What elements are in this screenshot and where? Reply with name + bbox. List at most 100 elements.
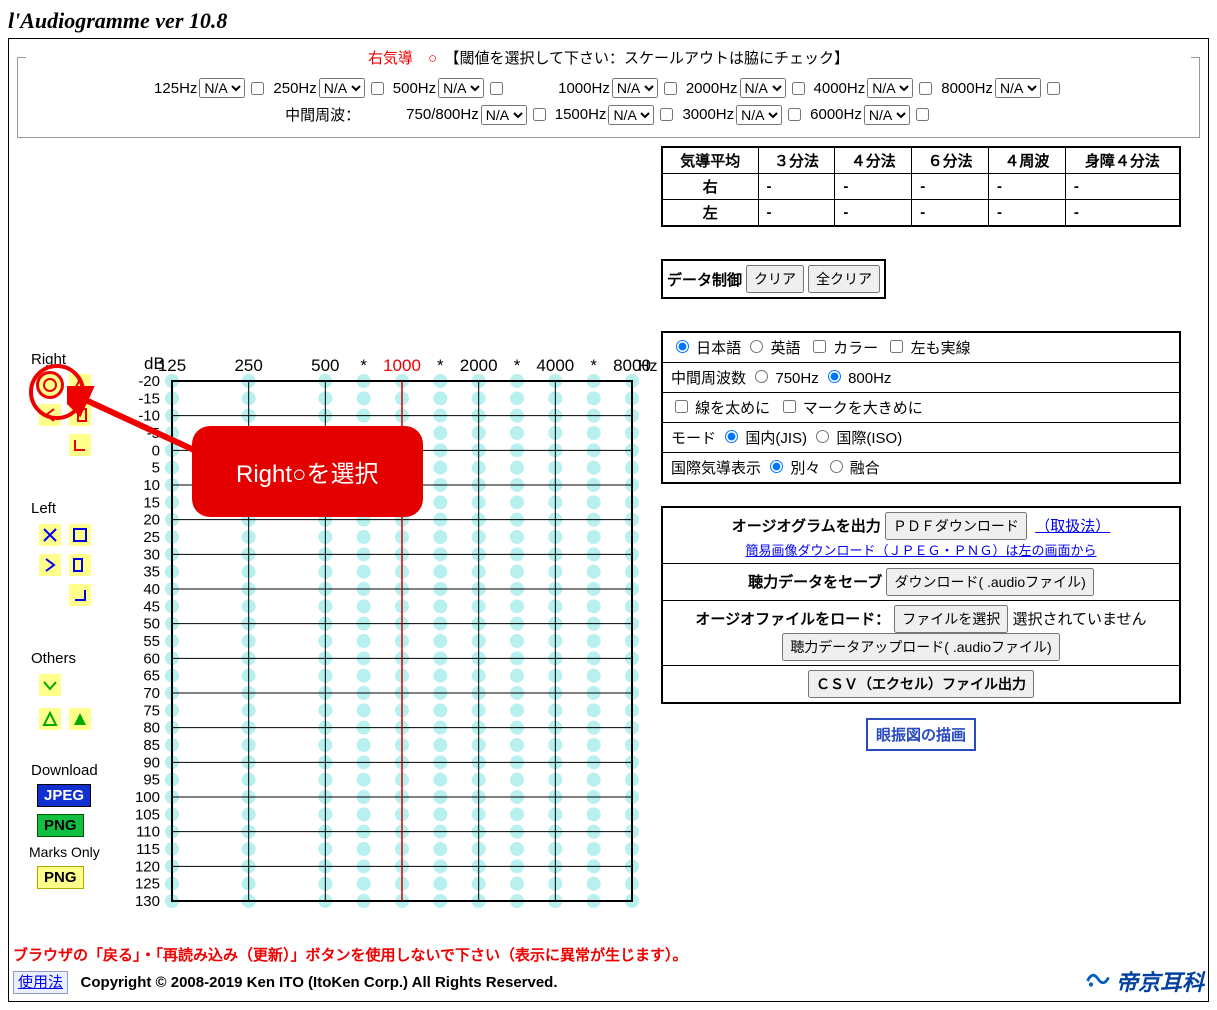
freq-scaleout-250Hz[interactable] [371, 82, 384, 95]
svg-text:120: 120 [135, 858, 160, 875]
left-bc-mark[interactable] [39, 554, 61, 576]
nystagmus-button[interactable]: 眼振図の描画 [866, 718, 976, 751]
lang-japanese-radio[interactable]: 日本語 [671, 340, 741, 357]
download-jpeg-button[interactable]: JPEG [37, 784, 91, 807]
freq-scaleout-125Hz[interactable] [251, 82, 264, 95]
avg-cell: - [835, 174, 912, 200]
midfreq-750-radio[interactable]: 750Hz [750, 370, 819, 387]
mode-iso-radio[interactable]: 国際(ISO) [811, 430, 902, 447]
download-marks-png-button[interactable]: PNG [37, 866, 84, 889]
svg-text:35: 35 [143, 564, 160, 581]
freq-scaleout-3000Hz[interactable] [788, 108, 801, 121]
avg-cell: - [758, 200, 835, 227]
intl-merge-radio[interactable]: 融合 [825, 460, 880, 477]
left-ac-mark[interactable] [39, 524, 61, 546]
avg-cell: - [1065, 174, 1180, 200]
intl-separate-radio[interactable]: 別々 [765, 460, 820, 477]
usage-link[interactable]: 使用法 [13, 971, 68, 994]
copyright-text: Copyright © 2008-2019 Ken ITO (ItoKen Co… [81, 974, 558, 991]
freq-scaleout-8000Hz[interactable] [1047, 82, 1060, 95]
audiogram-output-label: オージオグラムを出力 [732, 518, 881, 535]
clear-button[interactable]: クリア [746, 265, 804, 293]
freq-scaleout-1500Hz[interactable] [660, 108, 673, 121]
left-nr-mark[interactable] [69, 584, 91, 606]
avg-header: 気導平均 [662, 147, 758, 174]
svg-text:45: 45 [143, 598, 160, 615]
thick-line-checkbox[interactable]: 線を太めに [671, 400, 770, 417]
lang-english-radio[interactable]: 英語 [745, 340, 800, 357]
frequency-row-mid: 中間周波： 750/800Hz N/A 1500Hz N/A 3000Hz N/… [26, 104, 1191, 125]
upload-audio-button[interactable]: 聴力データアップロード( .audioファイル) [782, 633, 1059, 661]
others-down-mark[interactable] [39, 674, 61, 696]
svg-text:20: 20 [143, 512, 160, 529]
freq-select-3000Hz[interactable]: N/A [736, 105, 782, 125]
choose-file-button[interactable]: ファイルを選択 [894, 605, 1008, 633]
output-table: オージオグラムを出力 ＰＤＦダウンロード （取扱法） 簡易画像ダウンロード（ＪＰ… [661, 506, 1181, 704]
main-container: 右気導 ○ 【閾値を選択して下さい：スケールアウトは脇にチェック】 125Hz … [8, 38, 1209, 1002]
svg-text:80: 80 [143, 720, 160, 737]
freq-scaleout-2000Hz[interactable] [792, 82, 805, 95]
freq-3000Hz: 3000Hz N/A [682, 105, 804, 125]
save-audio-label: 聴力データをセーブ [748, 574, 882, 591]
freq-select-500Hz[interactable]: N/A [438, 78, 484, 98]
fieldset-legend: 右気導 ○ 【閾値を選択して下さい：スケールアウトは脇にチェック】 [26, 47, 1191, 68]
svg-text:40: 40 [143, 581, 160, 598]
others-triangle-open-mark[interactable] [39, 708, 61, 730]
svg-text:55: 55 [143, 633, 160, 650]
intl-display-label: 国際気導表示 [671, 460, 761, 477]
svg-text:130: 130 [135, 893, 160, 910]
freq-scaleout-500Hz[interactable] [490, 82, 503, 95]
freq-select-750/800Hz[interactable]: N/A [481, 105, 527, 125]
left-solid-checkbox[interactable]: 左も実線 [886, 340, 970, 357]
svg-text:90: 90 [143, 754, 160, 771]
avg-cell: - [835, 200, 912, 227]
svg-text:100: 100 [135, 789, 160, 806]
freq-1000Hz: 1000Hz N/A [558, 78, 680, 98]
freq-select-4000Hz[interactable]: N/A [867, 78, 913, 98]
others-triangle-fill-mark[interactable] [69, 708, 91, 730]
color-checkbox[interactable]: カラー [809, 340, 878, 357]
svg-text:30: 30 [143, 546, 160, 563]
current-side-label: 右気導 ○ [368, 50, 437, 67]
app-title: l'Audiogramme ver 10.8 [8, 8, 1209, 34]
chart-panel: Right○を選択 Right Left Others Download [17, 146, 657, 936]
left-label: Left [31, 500, 56, 517]
left-ac-masked-mark[interactable] [69, 524, 91, 546]
freq-select-2000Hz[interactable]: N/A [740, 78, 786, 98]
download-label: Download [31, 762, 98, 779]
avg-cell: - [989, 200, 1066, 227]
big-mark-checkbox[interactable]: マークを大きめに [779, 400, 923, 417]
freq-scaleout-6000Hz[interactable] [916, 108, 929, 121]
data-control-label: データ制御 [667, 269, 742, 290]
freq-scaleout-750/800Hz[interactable] [533, 108, 546, 121]
svg-text:15: 15 [143, 494, 160, 511]
freq-select-1000Hz[interactable]: N/A [612, 78, 658, 98]
avg-cell: - [912, 174, 989, 200]
freq-scaleout-4000Hz[interactable] [919, 82, 932, 95]
pdf-download-button[interactable]: ＰＤＦダウンロード [885, 512, 1027, 540]
freq-select-250Hz[interactable]: N/A [319, 78, 365, 98]
freq-select-1500Hz[interactable]: N/A [608, 105, 654, 125]
freq-select-6000Hz[interactable]: N/A [864, 105, 910, 125]
download-png-button[interactable]: PNG [37, 814, 84, 837]
download-audio-button[interactable]: ダウンロード( .audioファイル) [886, 568, 1093, 596]
audiogram-chart[interactable]: -20-15-10-505101520253035404550556065707… [17, 146, 657, 936]
svg-text:85: 85 [143, 737, 160, 754]
freq-scaleout-1000Hz[interactable] [664, 82, 677, 95]
csv-export-button[interactable]: ＣＳＶ（エクセル）ファイル出力 [808, 670, 1034, 698]
instruction-label: 【閾値を選択して下さい：スケールアウトは脇にチェック】 [437, 50, 849, 67]
simple-download-note[interactable]: 簡易画像ダウンロード（ＪＰＥＧ・ＰＮＧ）は左の画面から [745, 543, 1096, 558]
freq-select-8000Hz[interactable]: N/A [995, 78, 1041, 98]
no-file-label: 選択されていません [1012, 611, 1146, 628]
svg-text:95: 95 [143, 772, 160, 789]
avg-cell: - [1065, 200, 1180, 227]
manual-link[interactable]: （取扱法） [1035, 518, 1110, 535]
freq-select-125Hz[interactable]: N/A [199, 78, 245, 98]
midfreq-label: 中間周波数 [671, 370, 746, 387]
avg-cell: - [758, 174, 835, 200]
left-bc-masked-mark[interactable] [69, 554, 91, 576]
midfreq-800-radio[interactable]: 800Hz [823, 370, 892, 387]
avg-cell: - [989, 174, 1066, 200]
mode-jis-radio[interactable]: 国内(JIS) [720, 430, 807, 447]
clear-all-button[interactable]: 全クリア [808, 265, 880, 293]
